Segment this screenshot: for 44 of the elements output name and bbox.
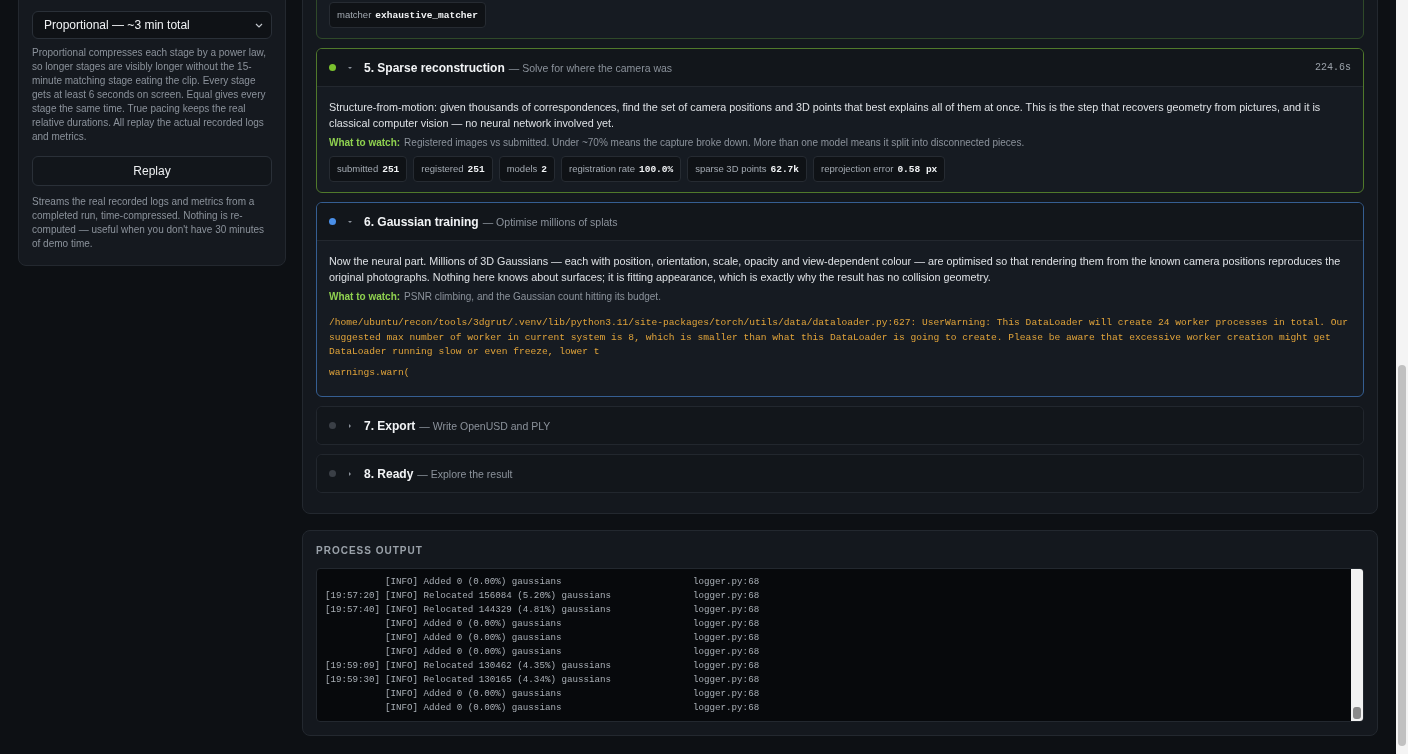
output-line: [INFO] Added 0 (0.00%) gaussians logger.py:68 — [384, 631, 761, 645]
stage-subtitle: — Explore the result — [417, 467, 514, 480]
scrollbar[interactable] — [1351, 569, 1363, 721]
pacing-select[interactable]: Proportional — ~3 min total — [32, 11, 272, 39]
stage-header[interactable]: 7. Export — Write OpenUSD and PLY — [317, 407, 1363, 444]
stage-title: 6. Gaussian training — [364, 214, 479, 229]
watch-note: What to watch: Registered images vs submitted. Under ~70% means the capture broke down. More than one model means it split into disconnected pieces. — [329, 137, 1026, 148]
stage-title: 7. Export — [364, 418, 416, 433]
watch-note: What to watch: PSNR climbing, and the Gaussian count hitting its budget. — [329, 291, 662, 302]
scrollbar[interactable] — [1396, 0, 1408, 754]
replay-button[interactable]: Replay — [32, 156, 272, 186]
output-line: [19:59:09] [INFO] Relocated 130462 (4.35%) gaussians logger.py:68 — [325, 659, 761, 673]
stage-header[interactable]: 8. Ready — Explore the result — [317, 455, 1363, 492]
stage-subtitle: — Optimise millions of splats — [482, 215, 619, 228]
output-line: [INFO] Added 0 (0.00%) gaussians logger.py:68 — [384, 617, 761, 631]
metric-chip: submitted 251 — [329, 156, 408, 182]
metric-chip: sparse 3D points 62.7k — [687, 156, 808, 182]
metric-chip: models 2 — [498, 156, 555, 182]
output-line: [INFO] Added 0 (0.00%) gaussians logger.py:68 — [384, 645, 761, 659]
chevron-down-icon — [255, 22, 263, 28]
section-title: PROCESS OUTPUT — [316, 545, 424, 556]
output-line: [19:59:30] [INFO] Relocated 130165 (4.34%) gaussians logger.py:68 — [325, 673, 761, 687]
output-line: [19:57:20] [INFO] Relocated 156084 (5.20%) gaussians logger.py:68 — [325, 589, 761, 603]
stage-description: Structure-from-motion: given thousands of correspondences, find the set of camera positions and 3D points that best explains all of them at once. This is the step that recovers geometry from pictures, and it is classical computer vision — no neural network involved yet. — [329, 100, 1322, 131]
stage-title: 5. Sparse reconstruction — [364, 60, 505, 75]
help-text: Proportional compresses each stage by a power law, so longer stages are visibly longer without the 15-minute matching stage eating the clip. Every stage gets at least 6 seconds on screen. Equal gives every stage the same time. True pacing keeps the real relative durations. All replay the actual recorded logs and metrics. — [32, 46, 267, 144]
stage-description: Now the neural part. Millions of 3D Gaussians — each with position, orientation, scale, opacity and view-dependent colour — are optimised so that rendering them from the known camera positions reproduces the original photographs. Nothing here knows about surfaces; it is fitting appearance, which is exactly why the result has no collision geometry. — [329, 254, 1342, 285]
metric-chip: registered 251 — [413, 156, 493, 182]
output-line: [19:57:40] [INFO] Relocated 144329 (4.81%) gaussians logger.py:68 — [325, 603, 761, 617]
metric-chip: registration rate 100.0% — [561, 156, 682, 182]
metric-chip: reprojection error 0.58 px — [813, 156, 946, 182]
output-line: [INFO] Added 0 (0.00%) gaussians logger.py:68 — [384, 575, 761, 589]
stage-title: 8. Ready — [364, 466, 414, 481]
log-line: warnings.warn( — [329, 365, 411, 380]
stage-header[interactable]: 5. Sparse reconstruction — Solve for where the camera was 224.6s — [317, 49, 1363, 86]
output-line: [INFO] Added 0 (0.00%) gaussians logger.py:68 — [384, 687, 761, 701]
output-line: [INFO] Added 0 (0.00%) gaussians logger.py:68 — [384, 701, 761, 715]
stage-duration: 224.6s — [1315, 62, 1351, 73]
stage-header[interactable]: 6. Gaussian training — Optimise millions of splats — [317, 203, 1363, 240]
stage-subtitle: — Solve for where the camera was — [508, 61, 674, 74]
log-line: /home/ubuntu/recon/tools/3dgrut/.venv/lib/python3.11/site-packages/torch/utils/data/dataloader.py:627: UserWarning: This DataLoader will create 24 worker processes in total. Our suggested max number of worker in current system is 8, which is smaller than what this DataLoader is going to create. Please be aware that excessive worker creation might get DataLoader running slow or even freeze, lower t — [329, 316, 1350, 359]
note-text: Streams the real recorded logs and metrics from a completed run, time-compressed. Nothing is re-computed — useful when you don't have 30 minutes of demo time. — [32, 195, 266, 251]
stage-subtitle: — Write OpenUSD and PLY — [419, 419, 552, 432]
metric-chip: matcher exhaustive_matcher — [329, 2, 486, 28]
